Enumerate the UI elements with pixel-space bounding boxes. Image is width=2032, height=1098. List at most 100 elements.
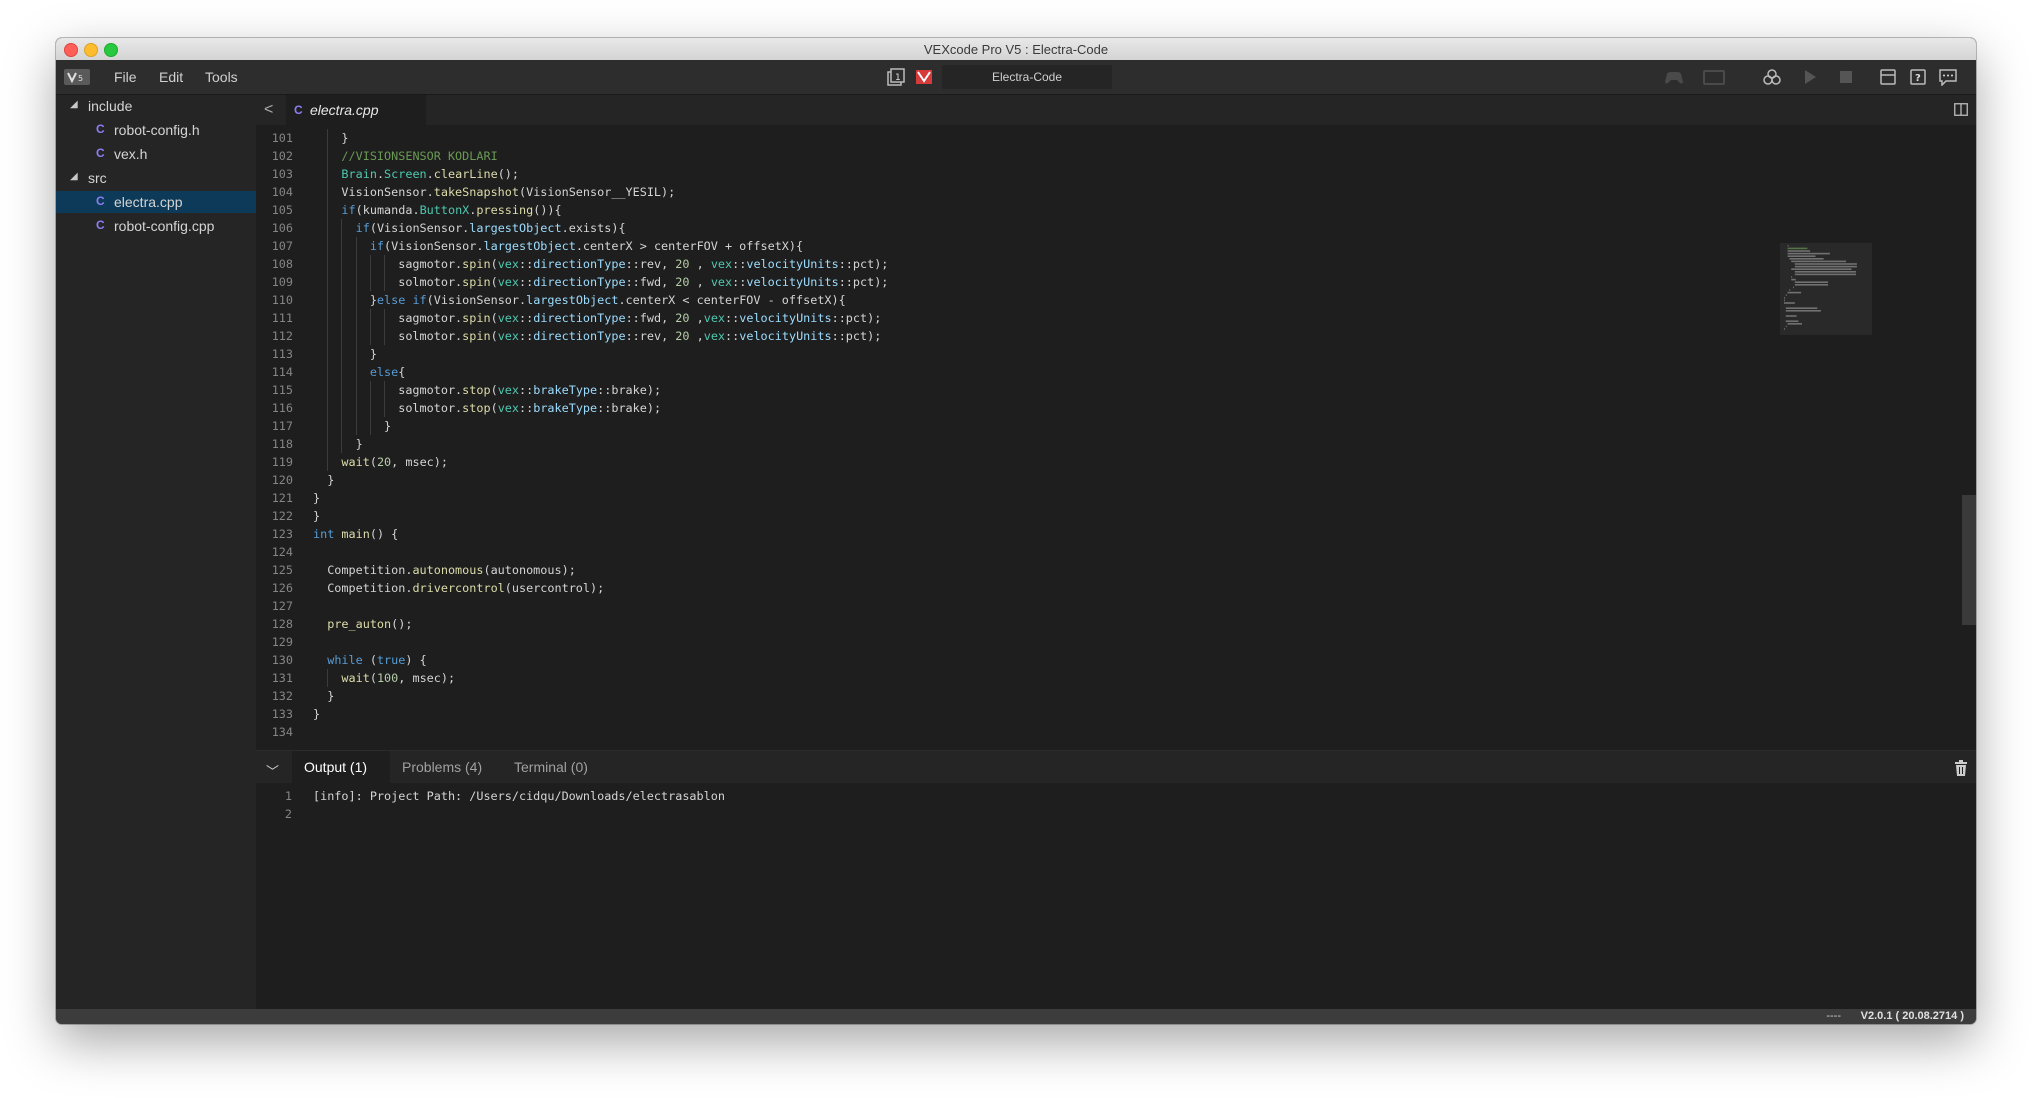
tab-terminal[interactable]: Terminal (0) — [502, 751, 608, 783]
code-line[interactable]: 132 } — [256, 687, 1896, 705]
slot-icon[interactable]: 1 — [886, 68, 906, 86]
code-line[interactable]: 122} — [256, 507, 1896, 525]
scrollbar-thumb[interactable] — [1962, 495, 1976, 625]
code-line[interactable]: 124 — [256, 543, 1896, 561]
code-editor[interactable]: 101 } 102 //VISIONSENSOR KODLARI 103 Brain… — [256, 125, 1976, 750]
code-line[interactable]: 102 //VISIONSENSOR KODLARI — [256, 147, 1896, 165]
code-text: sagmotor.spin(vex::directionType::rev, 2… — [313, 257, 889, 271]
brain-status-icon[interactable] — [914, 68, 934, 86]
code-line[interactable]: 126 Competition.drivercontrol(usercontro… — [256, 579, 1896, 597]
status-indicator: ---- — [1826, 1010, 1841, 1022]
code-line[interactable]: 107 if(VisionSensor.largestObject.center… — [256, 237, 1896, 255]
code-line[interactable]: 131 wait(100, msec); — [256, 669, 1896, 687]
download-icon[interactable] — [1762, 68, 1782, 86]
play-icon[interactable] — [1800, 68, 1820, 86]
menu-file[interactable]: File — [114, 69, 137, 85]
code-line[interactable]: 109 solmotor.spin(vex::directionType::fw… — [256, 273, 1896, 291]
code-text: solmotor.spin(vex::directionType::fwd, 2… — [313, 275, 889, 289]
editor-tab-bar: < C electra.cpp — [256, 95, 1976, 125]
code-line[interactable]: 120 } — [256, 471, 1896, 489]
code-line[interactable]: 128 pre_auton(); — [256, 615, 1896, 633]
code-line[interactable]: 117 } — [256, 417, 1896, 435]
line-number: 115 — [271, 383, 293, 397]
help-icon[interactable]: ? — [1908, 68, 1928, 86]
code-line[interactable]: 125 Competition.autonomous(autonomous); — [256, 561, 1896, 579]
code-line[interactable]: 108 sagmotor.spin(vex::directionType::re… — [256, 255, 1896, 273]
code-line[interactable]: 105 if(kumanda.ButtonX.pressing()){ — [256, 201, 1896, 219]
stop-icon[interactable] — [1836, 68, 1856, 86]
tab-problems[interactable]: Problems (4) — [390, 751, 500, 783]
code-line[interactable]: 110 }else if(VisionSensor.largestObject.… — [256, 291, 1896, 309]
controller-icon[interactable] — [1662, 68, 1686, 86]
code-text: VisionSensor.takeSnapshot(VisionSensor__… — [313, 185, 676, 199]
tree-file-robot-config-h[interactable]: C robot-config.h — [56, 119, 256, 141]
indent-guide — [369, 309, 371, 345]
panel-tab-bar: ﹀ Output (1) Problems (4) Terminal (0) — [256, 751, 1976, 783]
code-line[interactable]: 111 sagmotor.spin(vex::directionType::fw… — [256, 309, 1896, 327]
code-text: } — [313, 347, 377, 361]
tree-file-vex-h[interactable]: C vex.h — [56, 143, 256, 165]
code-line[interactable]: 114 else{ — [256, 363, 1896, 381]
code-line[interactable]: 129 — [256, 633, 1896, 651]
chevron-down-icon[interactable]: ﹀ — [266, 761, 279, 780]
tree-file-electra-cpp[interactable]: C electra.cpp — [56, 191, 256, 213]
line-number: 103 — [271, 167, 293, 181]
code-line[interactable]: 115 sagmotor.stop(vex::brakeType::brake)… — [256, 381, 1896, 399]
code-line[interactable]: 130 while (true) { — [256, 651, 1896, 669]
tab-output[interactable]: Output (1) — [292, 751, 390, 783]
code-text: } — [313, 131, 349, 145]
split-editor-icon[interactable] — [1954, 103, 1968, 116]
tree-file-robot-config-cpp[interactable]: C robot-config.cpp — [56, 215, 256, 237]
menu-edit[interactable]: Edit — [159, 69, 183, 85]
code-line[interactable]: 119 wait(20, msec); — [256, 453, 1896, 471]
code-line[interactable]: 118 } — [256, 435, 1896, 453]
code-text: wait(20, msec); — [341, 455, 448, 469]
code-line[interactable]: 134 — [256, 723, 1896, 741]
code-line[interactable]: 101 } — [256, 129, 1896, 147]
file-label: robot-config.h — [114, 122, 200, 138]
tab-electra-cpp[interactable]: C electra.cpp — [286, 95, 426, 125]
code-line[interactable]: 103 Brain.Screen.clearLine(); — [256, 165, 1896, 183]
trash-icon[interactable] — [1954, 760, 1968, 776]
feedback-icon[interactable] — [1938, 68, 1958, 86]
line-number: 121 — [271, 491, 293, 505]
line-number: 106 — [271, 221, 293, 235]
devices-icon[interactable] — [1878, 68, 1898, 86]
code-line[interactable]: 127 — [256, 597, 1896, 615]
line-number: 113 — [271, 347, 293, 361]
app-window: VEXcode Pro V5 : Electra-Code 5 File Edi… — [56, 38, 1976, 1024]
code-line[interactable]: 106 if(VisionSensor.largestObject.exists… — [256, 219, 1896, 237]
code-text: } — [313, 509, 321, 523]
code-line[interactable]: 123 int main() { — [256, 525, 1896, 543]
editor-scrollbar[interactable] — [1962, 125, 1976, 750]
menu-tools[interactable]: Tools — [205, 69, 238, 85]
line-number: 1 — [284, 789, 292, 803]
code-line[interactable]: 121} — [256, 489, 1896, 507]
code-line[interactable]: 104 VisionSensor.takeSnapshot(VisionSens… — [256, 183, 1896, 201]
line-number: 114 — [271, 365, 293, 379]
code-line[interactable]: 116 solmotor.stop(vex::brakeType::brake)… — [256, 399, 1896, 417]
brain-icon[interactable] — [1702, 68, 1726, 86]
project-name-box[interactable]: Electra-Code — [942, 65, 1112, 89]
line-number: 110 — [271, 293, 293, 307]
code-text: Competition.drivercontrol(usercontrol); — [313, 581, 605, 595]
code-text: } — [313, 419, 392, 433]
tab-label: Output (1) — [304, 759, 368, 775]
output-view[interactable]: 1 [info]: Project Path: /Users/cidqu/Down… — [256, 783, 1976, 1010]
code-text: sagmotor.spin(vex::directionType::fwd, 2… — [313, 311, 882, 325]
bottom-panel: ﹀ Output (1) Problems (4) Terminal (0) 1… — [256, 750, 1976, 1010]
minimap-viewport[interactable] — [1780, 243, 1872, 335]
code-line[interactable]: 112 solmotor.spin(vex::directionType::re… — [256, 327, 1896, 345]
vex-logo-icon[interactable]: 5 — [64, 67, 90, 87]
version-label: V2.0.1 ( 20.08.2714 ) — [1860, 1010, 1964, 1022]
code-line[interactable]: 113 } — [256, 345, 1896, 363]
tree-folder-src[interactable]: ◢ src — [56, 167, 256, 189]
code-text: Brain.Screen.clearLine(); — [341, 167, 520, 181]
svg-text:5: 5 — [78, 74, 83, 83]
minimap[interactable] — [1780, 125, 1876, 415]
indent-guide — [369, 255, 371, 291]
code-line[interactable]: 133} — [256, 705, 1896, 723]
tree-folder-include[interactable]: ◢ include — [56, 95, 256, 117]
chevron-left-icon[interactable]: < — [264, 101, 273, 119]
code-text: if(VisionSensor.largestObject.exists){ — [355, 221, 626, 235]
